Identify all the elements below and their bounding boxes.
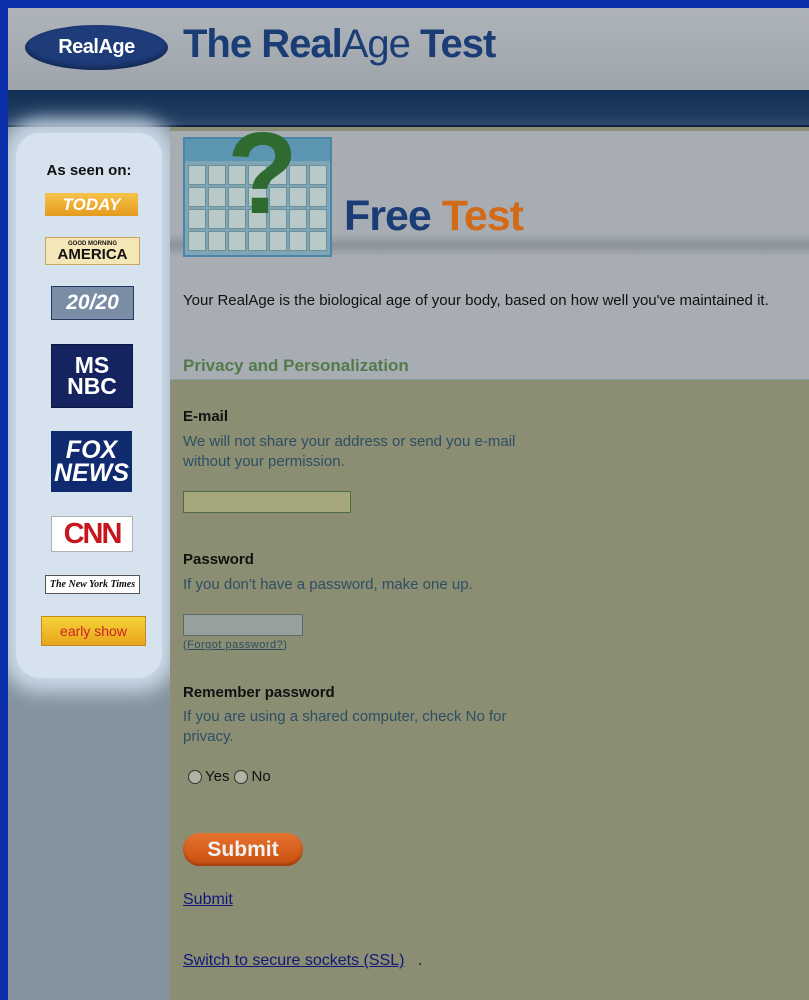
main-content: ? Free Test Your RealAge is the biologic… bbox=[170, 115, 809, 1000]
email-hint: We will not share your address or send y… bbox=[183, 433, 516, 470]
remember-options: Yes No bbox=[188, 768, 276, 785]
remember-yes-label: Yes bbox=[205, 768, 230, 785]
2020-logo: 20/20 bbox=[51, 286, 134, 320]
new-york-times-logo: The New York Times bbox=[45, 575, 140, 594]
fox-logo-line2: NEWS bbox=[54, 458, 129, 487]
ssl-link[interactable]: Switch to secure sockets (SSL) bbox=[183, 952, 404, 970]
forgot-password-link[interactable]: Forgot password? bbox=[187, 639, 283, 651]
fox-news-logo: FOX NEWS bbox=[51, 431, 132, 492]
early-show-logo: early show bbox=[41, 616, 146, 646]
remember-no-label: No bbox=[251, 768, 271, 785]
cnn-logo: CNN bbox=[51, 516, 133, 552]
site-header: RealAge The RealAge Test bbox=[8, 8, 809, 90]
calendar-question-icon: ? bbox=[183, 115, 332, 257]
submit-link[interactable]: Submit bbox=[183, 891, 233, 909]
question-mark-icon: ? bbox=[227, 108, 298, 238]
site-title-part1: The Real bbox=[183, 22, 343, 66]
realage-logo[interactable]: RealAge bbox=[25, 25, 168, 70]
site-title: The RealAge Test bbox=[183, 22, 496, 67]
page-frame: RealAge The RealAge Test As seen on: TOD… bbox=[8, 8, 809, 1000]
today-show-logo: TODAY bbox=[45, 193, 138, 216]
msnbc-logo-line2: NBC bbox=[67, 373, 117, 399]
intro-text: Your RealAge is the biological age of yo… bbox=[183, 292, 769, 309]
free-label: Free bbox=[344, 192, 442, 240]
nav-bar bbox=[8, 90, 809, 127]
as-seen-on-heading: As seen on: bbox=[46, 162, 132, 179]
site-title-part3: Test bbox=[409, 22, 496, 66]
remember-yes-radio[interactable] bbox=[188, 769, 202, 784]
remember-hint: If you are using a shared computer, chec… bbox=[183, 708, 507, 745]
password-field[interactable] bbox=[183, 614, 303, 636]
email-field[interactable] bbox=[183, 491, 351, 513]
password-hint: If you don't have a password, make one u… bbox=[183, 576, 473, 593]
email-label: E-mail bbox=[183, 408, 229, 425]
good-morning-america-logo: GOOD MORNING AMERICA bbox=[45, 237, 140, 265]
msnbc-logo: MS NBC bbox=[51, 344, 133, 408]
site-title-part2: Age bbox=[341, 22, 411, 66]
test-label: Test bbox=[441, 192, 524, 240]
section-title: Privacy and Personalization bbox=[183, 356, 409, 375]
remember-label: Remember password bbox=[183, 684, 335, 701]
password-label: Password bbox=[183, 551, 254, 568]
submit-button[interactable]: Submit bbox=[183, 833, 303, 866]
gma-logo-large-text: AMERICA bbox=[57, 245, 128, 263]
ssl-link-period: . bbox=[418, 952, 423, 969]
forgot-password: (Forgot password?) bbox=[183, 639, 287, 651]
forgot-close-paren: ) bbox=[283, 639, 288, 651]
remember-no-radio[interactable] bbox=[234, 769, 249, 784]
free-test-heading: Free Test bbox=[344, 192, 524, 241]
